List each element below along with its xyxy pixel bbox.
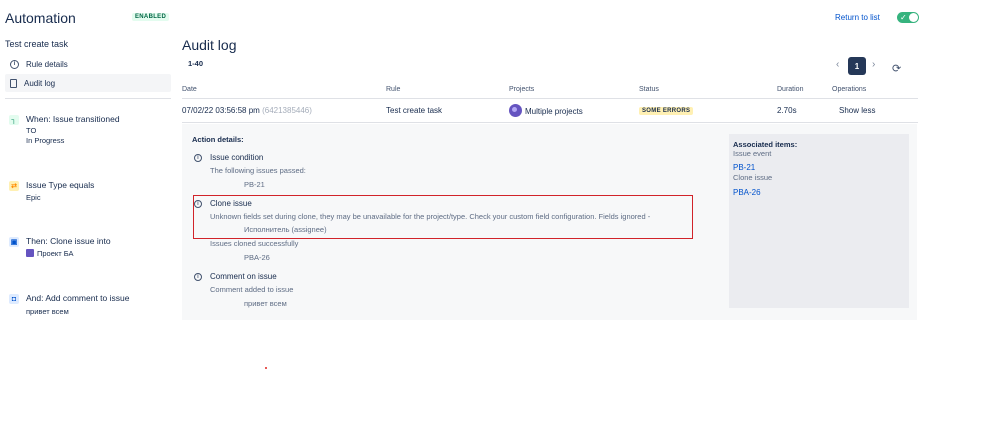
cursor-dot [265, 367, 267, 369]
associated-items-panel: Associated items: Issue event PB-21 Clon… [729, 134, 909, 308]
check-icon: ✓ [900, 13, 907, 22]
sidebar-item-audit-log[interactable]: Audit log [5, 74, 171, 92]
row-id: (6421385446) [262, 106, 312, 115]
comment-text: привет всем [244, 299, 287, 308]
associated-items-title: Associated items: [733, 140, 798, 149]
column-header-operations: Operations [832, 86, 867, 93]
show-less-button[interactable]: Show less [839, 106, 875, 115]
rule-name: Test create task [5, 39, 69, 49]
globe-icon [509, 104, 522, 117]
row-projects: Multiple projects [509, 104, 583, 117]
row-rule: Test create task [386, 106, 443, 115]
result-range: 1-40 [188, 59, 204, 68]
toggle-knob [909, 13, 918, 22]
action-message: The following issues passed: [210, 166, 306, 175]
app-title: Automation [5, 10, 76, 26]
chevron-right-icon[interactable]: › [872, 59, 875, 70]
column-header-duration: Duration [777, 86, 804, 93]
action-title: Comment on issue [210, 272, 277, 281]
highlight-annotation-box [193, 195, 693, 239]
column-header-projects: Projects [509, 86, 535, 93]
document-icon [10, 78, 17, 88]
chevron-left-icon[interactable]: ‹ [836, 59, 839, 70]
column-header-date: Date [182, 86, 197, 93]
step-detail: Epic [26, 193, 41, 202]
column-header-rule: Rule [386, 86, 401, 93]
rule-enabled-toggle[interactable]: ✓ [897, 12, 919, 23]
step-detail: привет всем [26, 307, 69, 316]
row-date: 07/02/22 03:56:58 pm (6421385446) [182, 106, 312, 115]
transition-icon: ┐ [9, 115, 19, 125]
step-detail: In Progress [26, 136, 65, 145]
info-icon: i [194, 154, 202, 162]
shuffle-icon: ⇄ [9, 181, 19, 191]
row-duration: 2.70s [777, 106, 797, 115]
action-details-heading: Action details: [192, 135, 244, 144]
row-divider [182, 122, 918, 123]
sidebar-item-rule-details[interactable]: i Rule details [5, 55, 171, 73]
step-detail: Проект БА [26, 249, 74, 258]
action-title: Issue condition [210, 153, 264, 162]
refresh-icon[interactable]: ⟳ [892, 62, 901, 75]
project-avatar-icon [26, 249, 34, 257]
issue-key: PB-21 [244, 180, 265, 189]
associated-group-label: Clone issue [733, 173, 773, 182]
info-icon: i [194, 273, 202, 281]
sidebar-nav: i Rule details Audit log [5, 55, 171, 93]
action-message: Issues cloned successfully [210, 239, 299, 248]
column-header-status: Status [639, 86, 659, 93]
step-detail: TO [26, 126, 37, 135]
sidebar-item-label: Rule details [26, 59, 68, 69]
associated-issue-link[interactable]: PB-21 [733, 163, 755, 172]
page-title: Audit log [182, 37, 237, 53]
pagination-page-1[interactable]: 1 [848, 57, 866, 75]
info-icon: i [10, 59, 19, 69]
clone-icon: ▣ [9, 237, 19, 247]
action-message: Comment added to issue [210, 285, 294, 294]
associated-group-label: Issue event [733, 149, 772, 158]
status-badge: ENABLED [132, 13, 170, 21]
issue-key: PBA-26 [244, 253, 270, 262]
sidebar-divider [5, 98, 171, 99]
sidebar-item-label: Audit log [24, 78, 56, 88]
header-divider [182, 98, 918, 99]
step-title: And: Add comment to issue [26, 293, 130, 303]
status-lozenge: SOME ERRORS [639, 107, 694, 115]
step-title: Issue Type equals [26, 180, 95, 190]
return-to-list-link[interactable]: Return to list [835, 13, 880, 22]
associated-issue-link[interactable]: PBA-26 [733, 188, 761, 197]
step-title: Then: Clone issue into [26, 236, 111, 246]
step-title: When: Issue transitioned [26, 114, 120, 124]
comment-icon: ◘ [9, 294, 19, 304]
